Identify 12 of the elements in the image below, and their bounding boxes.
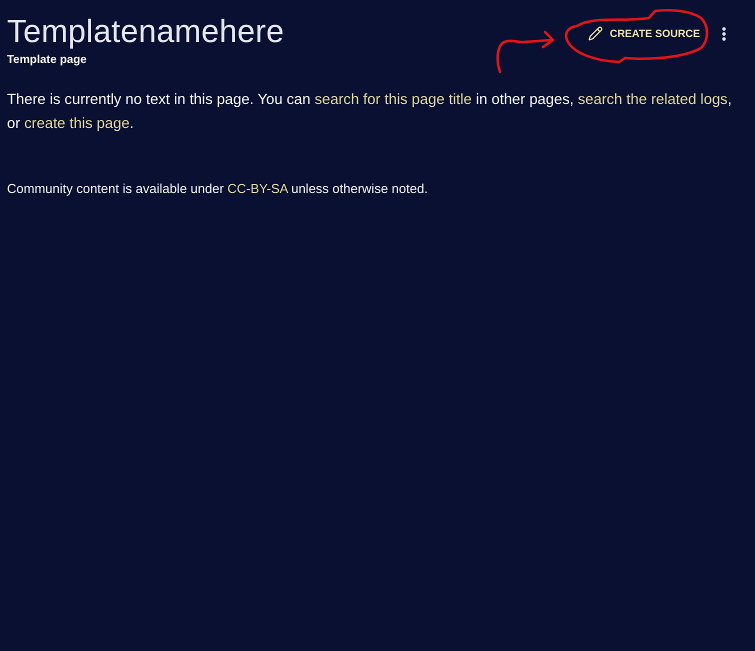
license-notice: Community content is available under CC-BY-SA unless otherwise noted. (7, 180, 429, 198)
more-icon (722, 26, 726, 40)
pencil-icon (588, 26, 603, 41)
more-button[interactable] (720, 24, 728, 42)
notice-link[interactable]: search for this page title (314, 92, 472, 108)
page-title: Templatenamehere (7, 12, 284, 50)
notice-link[interactable]: create this page (24, 116, 130, 132)
notice-link[interactable]: search the related logs (578, 92, 728, 108)
arrow-annotation (496, 30, 556, 74)
page-subtitle: Template page (7, 54, 87, 66)
license-link[interactable]: CC-BY-SA (227, 181, 288, 196)
empty-page-notice: There is currently no text in this page. You can search for this page title in other pages, search the related logs, or create this page. (7, 91, 733, 134)
